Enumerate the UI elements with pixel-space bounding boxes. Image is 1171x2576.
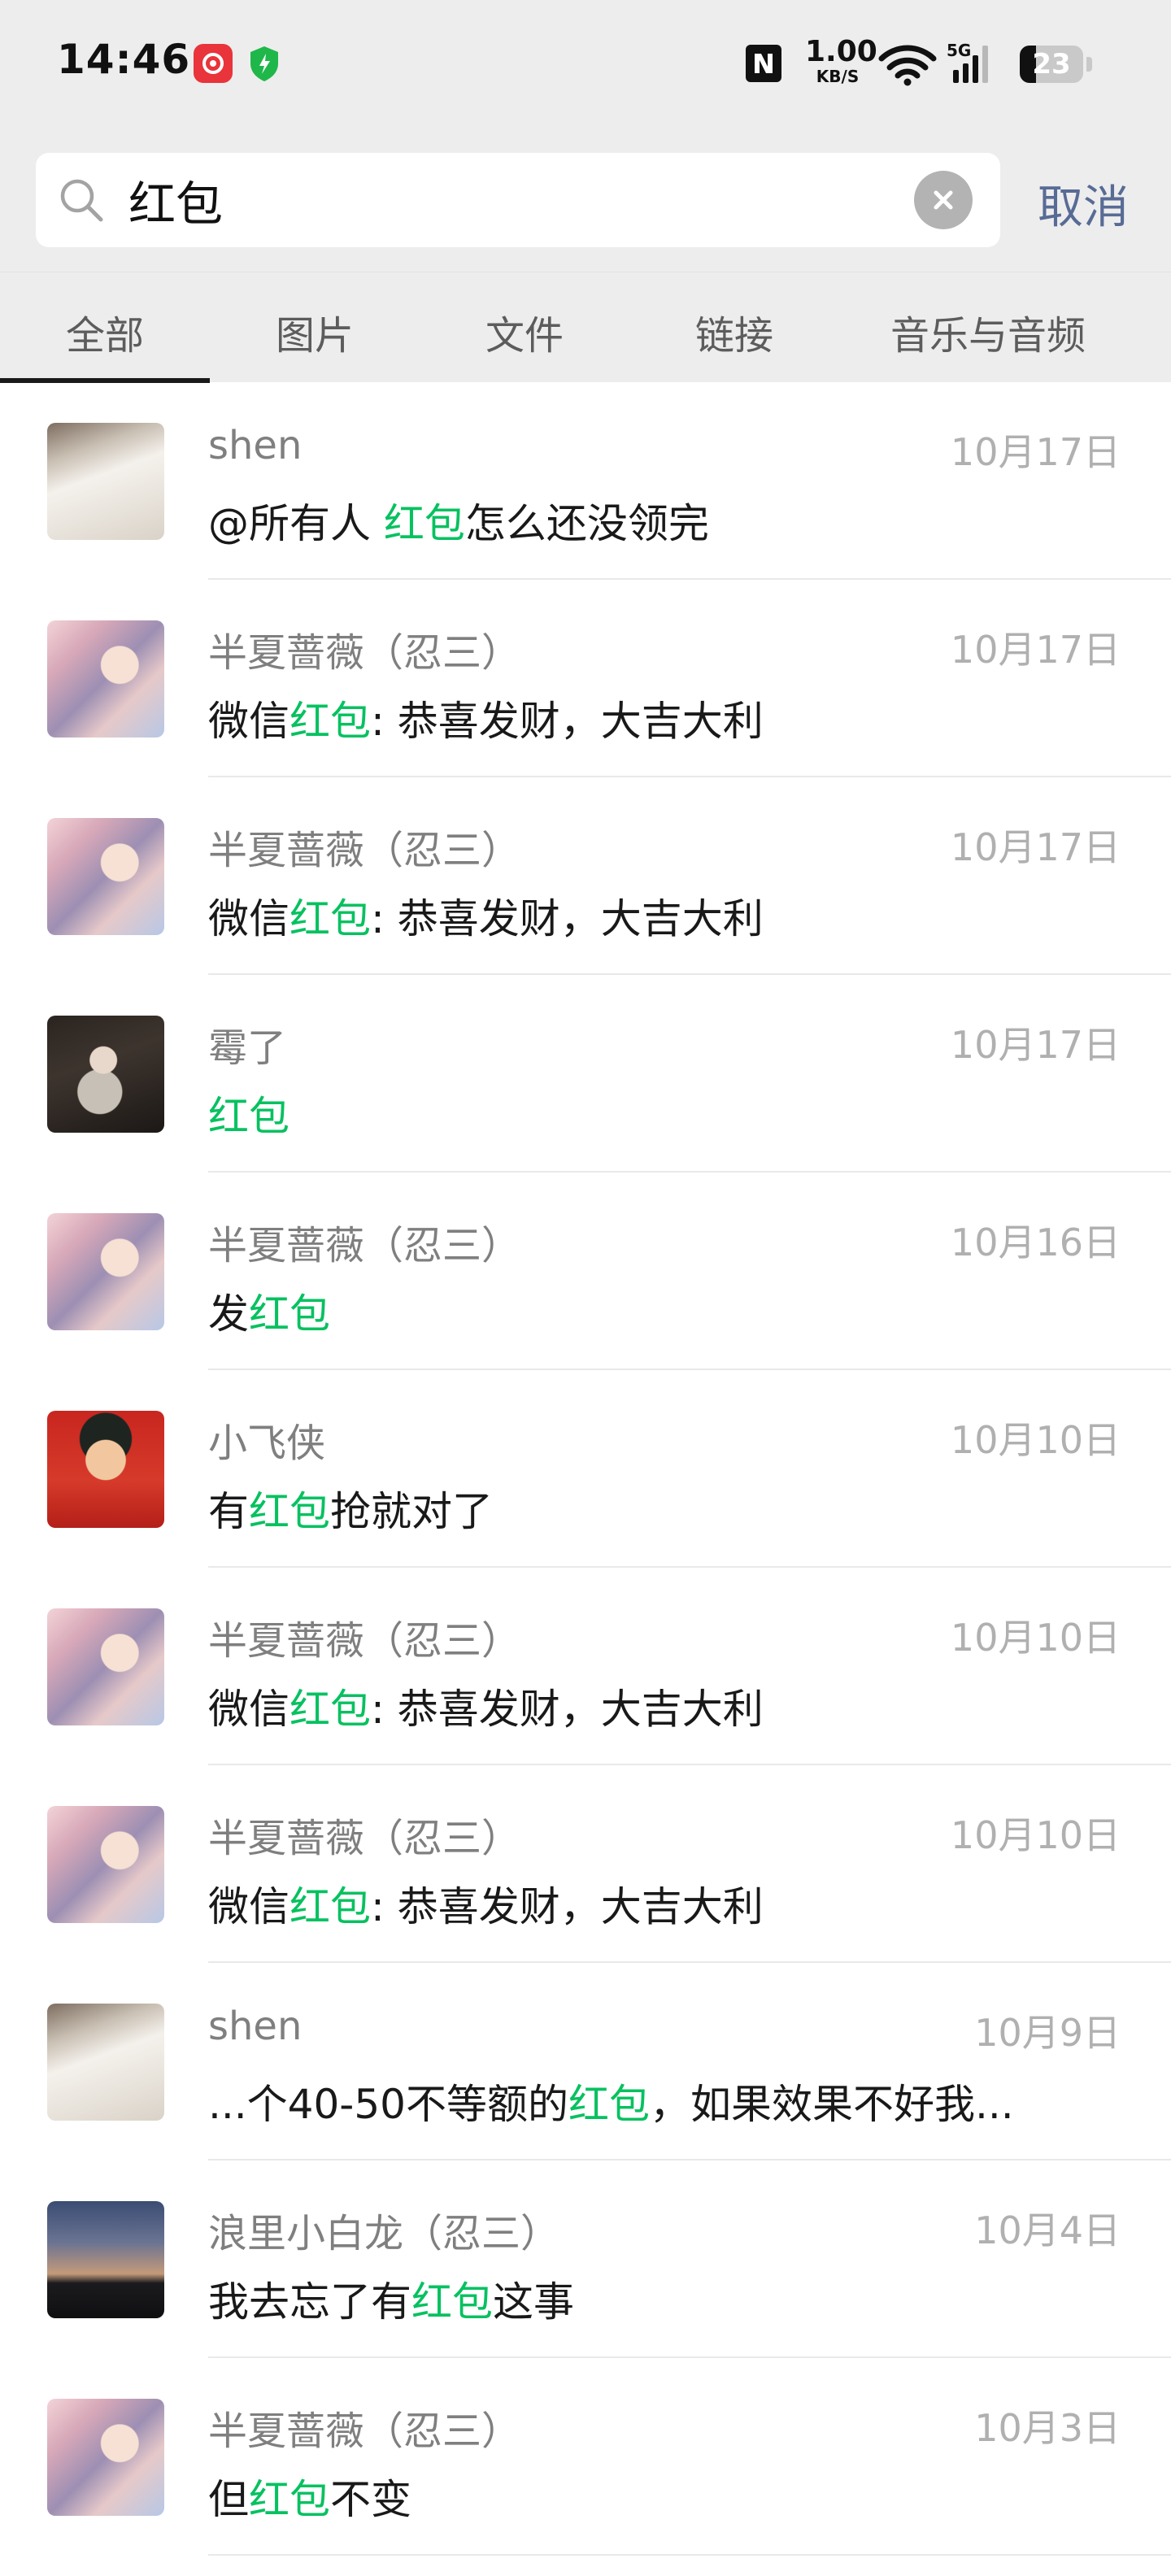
avatar: [47, 2201, 164, 2318]
close-icon: [934, 190, 953, 210]
message-preview: 微信红包: 恭喜发财，大吉大利: [208, 895, 764, 942]
avatar: [47, 818, 164, 935]
message-date: 10月4日: [974, 2208, 1121, 2252]
sender-name: 半夏蔷薇（忍三）: [208, 1816, 521, 1861]
list-item[interactable]: 浪里小白龙（忍三） 10月4日 我去忘了有红包这事: [0, 2160, 1171, 2358]
sender-name: 半夏蔷薇（忍三）: [208, 1618, 521, 1664]
avatar: [47, 2004, 164, 2121]
shield-icon: [246, 44, 283, 83]
clear-search-button[interactable]: [914, 171, 973, 229]
status-bar: 14:46 1.00 KB/S 5G 23: [0, 0, 1171, 130]
message-preview: 微信红包: 恭喜发财，大吉大利: [208, 1883, 764, 1930]
message-date: 10月9日: [974, 2011, 1121, 2055]
keyword-highlight: 红包: [289, 698, 371, 745]
battery-icon: 23: [1020, 46, 1083, 83]
network-speed: 1.00 KB/S: [805, 35, 877, 86]
keyword-highlight: 红包: [568, 2081, 650, 2128]
message-date: 10月3日: [974, 2406, 1121, 2450]
cancel-button[interactable]: 取消: [1038, 171, 1129, 237]
list-item[interactable]: 半夏蔷薇（忍三） 10月17日 微信红包: 恭喜发财，大吉大利: [0, 580, 1171, 777]
keyword-highlight: 红包: [249, 2476, 330, 2523]
avatar: [47, 423, 164, 540]
list-item[interactable]: 霉了 10月17日 红包: [0, 975, 1171, 1173]
list-item[interactable]: 半夏蔷薇（忍三） 10月17日 微信红包: 恭喜发财，大吉大利: [0, 777, 1171, 975]
message-preview: 有红包抢就对了: [208, 1488, 493, 1535]
sender-name: 霉了: [208, 1025, 287, 1071]
keyword-highlight: 红包: [208, 1093, 289, 1140]
sender-name: 小飞侠: [208, 1421, 326, 1466]
list-item[interactable]: 半夏蔷薇（忍三） 10月10日 微信红包: 恭喜发财，大吉大利: [0, 1765, 1171, 1963]
sender-name: shen: [208, 2004, 303, 2049]
search-icon: [57, 176, 106, 224]
keyword-highlight: 红包: [411, 2278, 493, 2326]
message-date: 10月17日: [950, 825, 1121, 869]
keyword-highlight: 红包: [249, 1290, 330, 1338]
sender-name: 浪里小白龙（忍三）: [208, 2211, 560, 2256]
sender-name: shen: [208, 423, 303, 468]
filter-tabs: 全部 图片 文件 链接 音乐与音频: [0, 272, 1171, 383]
list-item[interactable]: 半夏蔷薇（忍三） 10月3日 但红包不变: [0, 2358, 1171, 2556]
avatar: [47, 1608, 164, 1725]
sender-name: 半夏蔷薇（忍三）: [208, 828, 521, 873]
status-time: 14:46: [57, 36, 191, 83]
message-date: 10月10日: [950, 1813, 1121, 1857]
list-item[interactable]: 半夏蔷薇（忍三） 10月10日 微信红包: 恭喜发财，大吉大利: [0, 1568, 1171, 1765]
sender-name: 半夏蔷薇（忍三）: [208, 1223, 521, 1268]
tab-files[interactable]: 文件: [420, 303, 629, 360]
battery-percent: 23: [1032, 48, 1071, 80]
avatar: [47, 1213, 164, 1330]
keyword-highlight: 红包: [289, 1883, 371, 1930]
message-date: 10月17日: [950, 628, 1121, 672]
message-preview: 红包: [208, 1084, 1111, 1142]
message-preview: @所有人 红包怎么还没领完: [208, 500, 709, 547]
net-speed-unit: KB/S: [816, 67, 860, 86]
message-preview: 但红包不变: [208, 2476, 411, 2523]
keyword-highlight: 红包: [249, 1488, 330, 1535]
avatar: [47, 1016, 164, 1133]
search-input[interactable]: [128, 168, 860, 233]
search-results-list: shen 10月17日 @所有人 红包怎么还没领完 半夏蔷薇（忍三） 10月17…: [0, 382, 1171, 2556]
netease-music-icon: [194, 44, 233, 83]
sender-name: 半夏蔷薇（忍三）: [208, 2408, 521, 2454]
keyword-highlight: 红包: [289, 1686, 371, 1733]
message-date: 10月17日: [950, 1023, 1121, 1067]
message-preview: 发红包: [208, 1290, 330, 1338]
message-date: 10月10日: [950, 1616, 1121, 1660]
list-item[interactable]: 小飞侠 10月10日 有红包抢就对了: [0, 1370, 1171, 1568]
avatar: [47, 1806, 164, 1923]
tab-images[interactable]: 图片: [210, 303, 420, 360]
sender-name: 半夏蔷薇（忍三）: [208, 630, 521, 676]
search-box[interactable]: [36, 153, 1000, 247]
message-date: 10月16日: [950, 1221, 1121, 1264]
list-item[interactable]: shen 10月9日 ...个40-50不等额的红包，如果效果不好我...: [0, 1963, 1171, 2160]
keyword-highlight: 红包: [289, 895, 371, 942]
message-date: 10月17日: [950, 430, 1121, 474]
message-preview: ...个40-50不等额的红包，如果效果不好我...: [208, 2081, 1014, 2128]
tab-music-audio[interactable]: 音乐与音频: [862, 303, 1114, 360]
wifi-icon: [878, 42, 937, 86]
list-item[interactable]: shen 10月17日 @所有人 红包怎么还没领完: [0, 382, 1171, 580]
keyword-highlight: 红包: [383, 500, 465, 547]
message-preview: 微信红包: 恭喜发财，大吉大利: [208, 698, 764, 745]
message-date: 10月10日: [950, 1418, 1121, 1462]
cellular-signal-icon: 5G: [947, 39, 999, 86]
search-header: 14:46 1.00 KB/S 5G 23 红包 取消 全部 图片 文件 链接 …: [0, 0, 1171, 383]
list-item[interactable]: 半夏蔷薇（忍三） 10月16日 发红包: [0, 1173, 1171, 1370]
avatar: [47, 2399, 164, 2516]
avatar: [47, 1411, 164, 1528]
nfc-icon: [743, 42, 784, 85]
tab-links[interactable]: 链接: [629, 303, 839, 360]
avatar: [47, 620, 164, 738]
net-speed-value: 1.00: [805, 35, 877, 68]
message-preview: 微信红包: 恭喜发财，大吉大利: [208, 1686, 764, 1733]
tab-all[interactable]: 全部: [0, 303, 210, 360]
message-preview: 我去忘了有红包这事: [208, 2278, 574, 2326]
